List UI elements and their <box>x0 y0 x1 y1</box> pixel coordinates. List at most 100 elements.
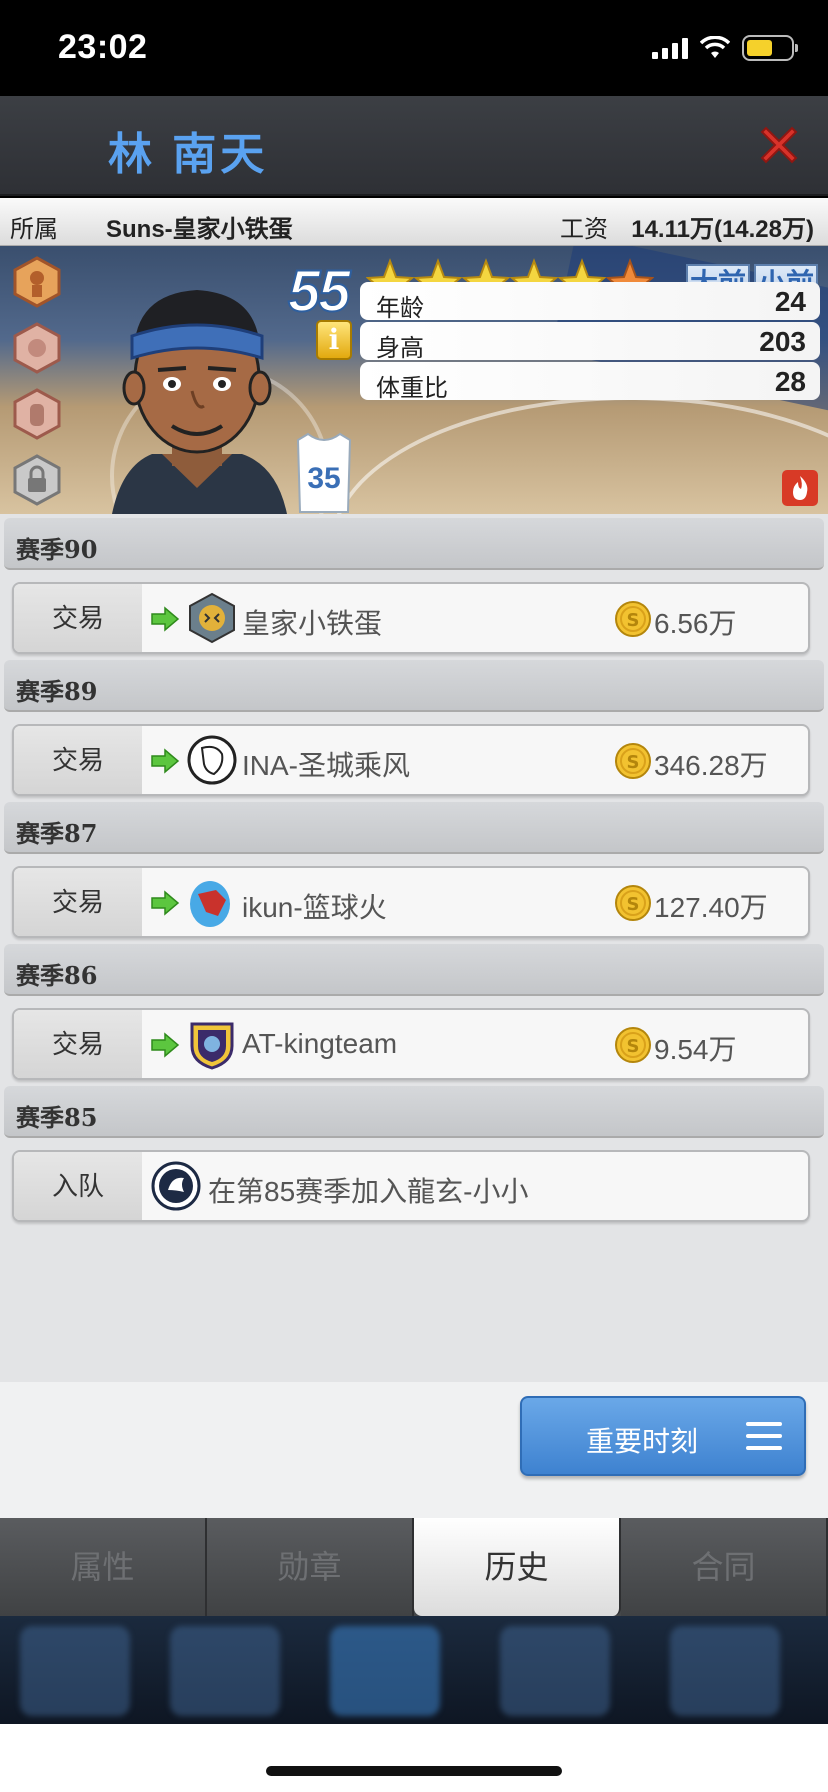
tab-contract[interactable]: 合同 <box>621 1518 828 1616</box>
bottom-tabs: 属性 勋章 历史 合同 <box>0 1518 828 1616</box>
stat-row-age: 年龄 24 <box>360 282 820 322</box>
jersey-number-text: 35 <box>307 462 341 495</box>
important-moments-button[interactable]: 重要时刻 <box>520 1396 806 1476</box>
arrow-right-icon <box>151 748 180 774</box>
hexagon-skill-icon <box>13 322 61 374</box>
entry-type: 入队 <box>14 1152 142 1220</box>
player-card: 35 55 i 大前 小前 年龄 24 身高 203 体重比 28 <box>0 246 828 514</box>
salary-value: 14.11万(14.28万) <box>631 216 814 243</box>
team-value: Suns-皇家小铁蛋 <box>106 216 293 243</box>
skill-slots <box>12 256 64 506</box>
stat-label: 身高 <box>376 335 424 362</box>
entry-team: AT-kingteam <box>242 1028 398 1059</box>
season-header: 赛季89 <box>4 660 824 712</box>
stat-label: 年龄 <box>376 295 424 322</box>
svg-text:S: S <box>627 894 640 915</box>
entry-type: 交易 <box>14 1010 142 1078</box>
stat-value: 24 <box>774 286 806 317</box>
history-entry[interactable]: 交易 INA-圣城乘风 S 346.28万 <box>12 724 810 796</box>
blurred-nav-item <box>20 1626 130 1716</box>
skill-slot-1[interactable] <box>12 256 62 308</box>
season-label: 赛季85 <box>16 1103 98 1132</box>
team-logo-icon <box>190 1022 234 1070</box>
history-entry[interactable]: 交易 AT-kingteam S 9.54万 <box>12 1008 810 1080</box>
stat-value: 203 <box>759 326 806 357</box>
team-logo-icon <box>187 735 237 785</box>
entry-amount: 6.56万 <box>654 608 737 639</box>
svg-text:S: S <box>627 610 640 631</box>
moment-bar: 重要时刻 <box>0 1382 828 1518</box>
arrow-right-icon <box>151 890 180 916</box>
blurred-nav-item <box>170 1626 280 1716</box>
svg-text:S: S <box>627 1036 640 1057</box>
season-label: 赛季86 <box>16 961 98 990</box>
entry-team: 皇家小铁蛋 <box>242 608 383 639</box>
entry-type: 交易 <box>14 868 142 936</box>
wifi-icon <box>700 36 730 58</box>
team-logo-icon <box>151 1161 201 1211</box>
skill-slot-3[interactable] <box>12 388 62 440</box>
season-header: 赛季86 <box>4 944 824 996</box>
close-icon <box>760 126 798 164</box>
player-rating: 55 <box>287 258 351 325</box>
team-label: 所属 <box>10 216 58 243</box>
blurred-nav-item <box>330 1626 440 1716</box>
player-avatar <box>112 290 287 514</box>
player-info-strip: 所属 Suns-皇家小铁蛋 工资 14.11万(14.28万) <box>0 198 828 246</box>
menu-icon <box>746 1422 782 1450</box>
important-moments-label: 重要时刻 <box>586 1426 699 1457</box>
team-logo-icon <box>190 881 230 927</box>
arrow-right-icon <box>151 606 180 632</box>
lock-icon <box>13 454 61 506</box>
player-name: 林 南天 <box>108 130 269 179</box>
history-entry[interactable]: 交易 皇家小铁蛋 S 6.56万 <box>12 582 810 654</box>
history-entry[interactable]: 交易 ikun-篮球火 S 127.40万 <box>12 866 810 938</box>
battery-icon <box>742 35 798 61</box>
tab-history[interactable]: 历史 <box>414 1518 621 1616</box>
coin-icon: S <box>615 1027 651 1063</box>
status-time: 23:02 <box>58 28 148 66</box>
blurred-background-nav <box>0 1616 828 1724</box>
home-indicator[interactable] <box>266 1766 562 1776</box>
blurred-nav-item <box>500 1626 610 1716</box>
status-bar: 23:02 <box>0 0 828 96</box>
close-button[interactable] <box>752 118 806 172</box>
jersey-number: 35 <box>294 432 354 514</box>
player-header: 林 南天 <box>0 96 828 196</box>
coin-icon: S <box>615 601 651 637</box>
coin-icon: S <box>615 885 651 921</box>
tab-badges[interactable]: 勋章 <box>207 1518 414 1616</box>
court-line <box>330 396 828 514</box>
entry-team: 在第85赛季加入龍玄-小小 <box>208 1176 529 1207</box>
entry-amount: 127.40万 <box>654 892 768 923</box>
history-list: 赛季90 交易 皇家小铁蛋 S 6.56万 赛季89 交易 INA-圣城乘风 S… <box>0 514 828 1382</box>
entry-amount: 9.54万 <box>654 1034 737 1065</box>
entry-type: 交易 <box>14 726 142 794</box>
season-label: 赛季90 <box>16 535 98 564</box>
history-entry[interactable]: 入队 在第85赛季加入龍玄-小小 <box>12 1150 810 1222</box>
stat-row-weight-ratio: 体重比 28 <box>360 362 820 402</box>
entry-amount: 346.28万 <box>654 750 768 781</box>
stat-value: 28 <box>774 366 806 397</box>
season-label: 赛季87 <box>16 819 98 848</box>
season-header: 赛季85 <box>4 1086 824 1138</box>
info-icon[interactable]: i <box>316 320 352 360</box>
svg-text:S: S <box>627 752 640 773</box>
team-logo-icon <box>189 592 235 644</box>
hexagon-skill-icon <box>13 256 61 308</box>
entry-type: 交易 <box>14 584 142 652</box>
tab-attributes[interactable]: 属性 <box>0 1518 207 1616</box>
hexagon-skill-icon <box>13 388 61 440</box>
blurred-nav-item <box>670 1626 780 1716</box>
stat-label: 体重比 <box>376 375 448 402</box>
status-icons <box>652 34 798 62</box>
season-header: 赛季87 <box>4 802 824 854</box>
arrow-right-icon <box>151 1032 180 1058</box>
signal-icon <box>652 37 688 59</box>
coin-icon: S <box>615 743 651 779</box>
skill-slot-locked[interactable] <box>12 454 62 506</box>
fire-icon[interactable] <box>782 470 818 506</box>
season-header: 赛季90 <box>4 518 824 570</box>
season-label: 赛季89 <box>16 677 98 706</box>
skill-slot-2[interactable] <box>12 322 62 374</box>
